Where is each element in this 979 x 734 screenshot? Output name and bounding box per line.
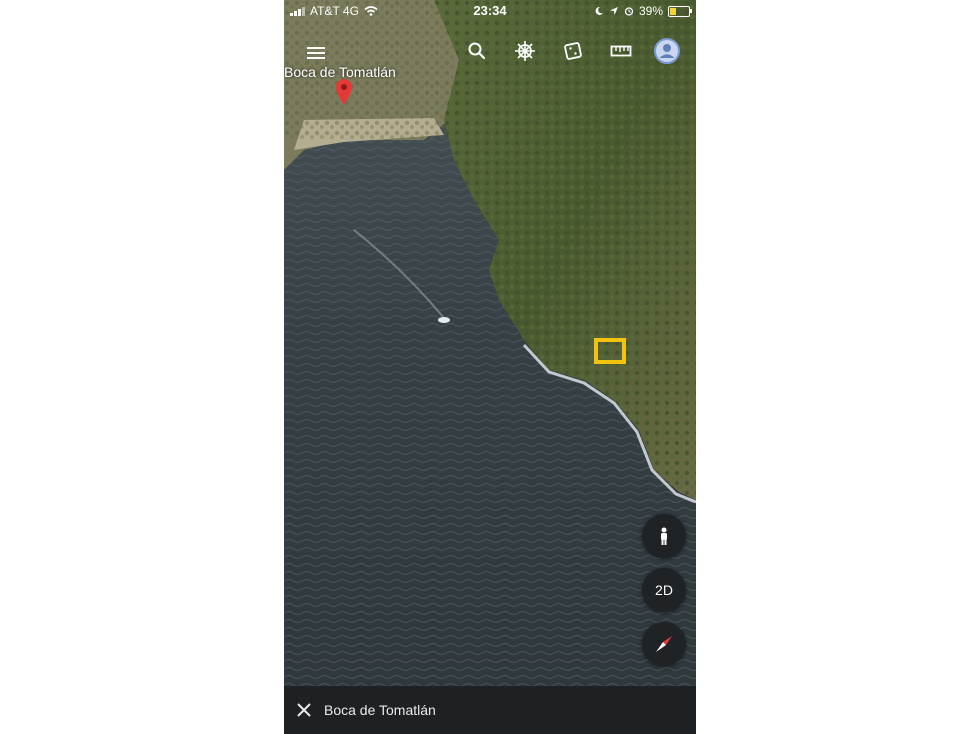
- close-button[interactable]: [294, 700, 314, 720]
- status-right: 39%: [594, 4, 692, 18]
- place-title[interactable]: Boca de Tomatlán: [324, 702, 436, 718]
- highlight-marker: [594, 338, 626, 364]
- compass-button[interactable]: [642, 622, 686, 666]
- search-icon: [468, 42, 486, 60]
- compass-icon: [656, 636, 672, 652]
- moon-icon: [595, 6, 603, 15]
- battery-percent: 39%: [638, 4, 663, 18]
- search-button[interactable]: [462, 36, 492, 66]
- account-button[interactable]: [652, 36, 682, 66]
- location-pin-icon[interactable]: [335, 78, 353, 111]
- ruler-icon: [610, 45, 632, 57]
- phone-screen: AT&T 4G 23:34 39% Boca de Tomatlán 2D Bo…: [284, 0, 696, 734]
- helm-icon: [515, 41, 535, 61]
- close-icon: [297, 703, 311, 717]
- menu-icon: [307, 47, 325, 59]
- street-view-button[interactable]: [642, 514, 686, 558]
- account-icon: [654, 38, 680, 64]
- person-icon: [661, 527, 667, 545]
- location-arrow-icon: [609, 7, 618, 15]
- dice-icon: [564, 42, 582, 60]
- battery-icon: [668, 5, 692, 17]
- status-bar: AT&T 4G 23:34 39%: [284, 0, 696, 22]
- feeling-lucky-button[interactable]: [558, 36, 588, 66]
- battery-fill: [670, 7, 676, 15]
- measure-button[interactable]: [606, 36, 636, 66]
- view-mode-button[interactable]: 2D: [642, 568, 686, 612]
- bottom-place-bar: Boca de Tomatlán: [284, 686, 696, 734]
- voyager-button[interactable]: [510, 36, 540, 66]
- alarm-icon: [624, 7, 634, 16]
